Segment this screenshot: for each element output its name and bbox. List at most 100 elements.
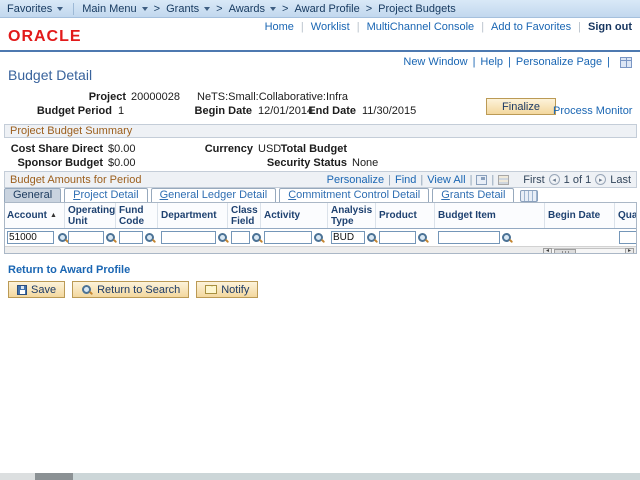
cost-share-direct-label: Cost Share Direct: [0, 143, 103, 155]
account-input[interactable]: [7, 231, 54, 244]
pager-last-label[interactable]: Last: [610, 174, 631, 186]
breadcrumb-item-project-budgets[interactable]: Project Budgets: [378, 3, 456, 15]
sign-out-link[interactable]: Sign out: [588, 21, 632, 33]
download-icon[interactable]: [498, 175, 509, 185]
class-field-lookup-icon[interactable]: [251, 232, 263, 244]
home-link[interactable]: Home: [265, 21, 294, 33]
analysis-type-input[interactable]: [331, 231, 365, 244]
personalize-link[interactable]: Personalize: [327, 174, 384, 186]
tab-general-ledger-detail[interactable]: General Ledger Detail: [151, 188, 277, 202]
main-menu[interactable]: Main Menu: [82, 3, 147, 15]
grants-label: Grants: [166, 3, 199, 15]
activity-lookup-icon[interactable]: [313, 232, 325, 244]
operating-unit-lookup-icon[interactable]: [105, 232, 117, 244]
award-profile-label: Award Profile: [294, 3, 359, 15]
add-to-favorites-link[interactable]: Add to Favorites: [491, 21, 571, 33]
favorites-menu[interactable]: Favorites: [7, 3, 63, 15]
tab-grants-detail[interactable]: Grants Detail: [432, 188, 514, 202]
budget-period-value: 1: [118, 105, 124, 117]
return-to-search-button[interactable]: Return to Search: [72, 281, 189, 298]
column-header-begin-date[interactable]: Begin Date: [546, 203, 615, 228]
column-header-account[interactable]: Account▲: [5, 203, 65, 228]
main-menu-label: Main Menu: [82, 3, 136, 15]
awards-label: Awards: [229, 3, 265, 15]
column-header-budget-item[interactable]: Budget Item: [436, 203, 545, 228]
view-all-link[interactable]: View All: [427, 174, 465, 186]
worklist-link[interactable]: Worklist: [311, 21, 350, 33]
column-header-operating-unit[interactable]: Operating Unit: [66, 203, 116, 228]
activity-input[interactable]: [264, 231, 312, 244]
personalize-page-link[interactable]: Personalize Page: [516, 56, 602, 68]
tab-project-detail[interactable]: Project Detail: [64, 188, 147, 202]
grid-controls: Personalize | Find | View All | | First …: [327, 174, 631, 186]
fund-code-lookup-icon[interactable]: [144, 232, 156, 244]
column-header-fund-code[interactable]: Fund Code: [117, 203, 158, 228]
tab-general[interactable]: General: [4, 188, 61, 202]
window-bottom-scrollbar[interactable]: [0, 473, 640, 480]
link-separator: |: [607, 56, 610, 68]
new-window-link[interactable]: New Window: [403, 56, 467, 68]
product-lookup-icon[interactable]: [417, 232, 429, 244]
department-lookup-icon[interactable]: [217, 232, 229, 244]
dropdown-caret-icon: [142, 7, 148, 11]
analysis-type-lookup-icon[interactable]: [366, 232, 378, 244]
pager-count: 1 of 1: [564, 174, 592, 186]
scrollbar-thumb[interactable]: [35, 473, 73, 480]
pager-previous-icon[interactable]: ◂: [549, 174, 560, 185]
breadcrumb-item-award-profile[interactable]: Award Profile: [294, 3, 359, 15]
scrollbar-track[interactable]: [552, 248, 625, 254]
save-button[interactable]: Save: [8, 281, 65, 298]
pager-next-icon[interactable]: ▸: [595, 174, 606, 185]
cost-share-direct-value: $0.00: [108, 143, 136, 155]
link-separator: |: [301, 21, 304, 33]
app-header: ORACLE Home | Worklist | MultiChannel Co…: [0, 19, 640, 50]
breadcrumb-item-grants[interactable]: Grants: [166, 3, 210, 15]
link-separator: |: [508, 56, 511, 68]
popout-grid-icon[interactable]: [476, 175, 487, 185]
find-link[interactable]: Find: [395, 174, 416, 186]
scroll-right-icon[interactable]: ▸: [625, 248, 634, 254]
project-budgets-label: Project Budgets: [378, 3, 456, 15]
operating-unit-input[interactable]: [68, 231, 104, 244]
tab-commitment-control-detail[interactable]: Commitment Control Detail: [279, 188, 429, 202]
breadcrumb-item-awards[interactable]: Awards: [229, 3, 276, 15]
horizontal-scrollbar[interactable]: ◂ ▸: [543, 248, 634, 254]
column-header-activity[interactable]: Activity: [262, 203, 328, 228]
column-header-analysis-type[interactable]: Analysis Type: [329, 203, 376, 228]
project-label: Project: [0, 91, 126, 103]
pager-first-label[interactable]: First: [523, 174, 544, 186]
process-monitor-link[interactable]: Process Monitor: [553, 105, 632, 117]
scroll-left-icon[interactable]: ◂: [543, 248, 552, 254]
fund-code-input[interactable]: [119, 231, 143, 244]
grid-title: Budget Amounts for Period: [10, 174, 141, 186]
column-header-class-field[interactable]: Class Field: [229, 203, 261, 228]
save-icon: [17, 285, 27, 295]
total-budget-label: Total Budget: [230, 143, 347, 155]
security-status-label: Security Status: [230, 157, 347, 169]
breadcrumb-separator: >: [216, 3, 222, 15]
budget-detail-screen: Favorites Main Menu > Grants > Awards > …: [0, 0, 640, 480]
budget-item-input[interactable]: [438, 231, 500, 244]
budget-amounts-header: Budget Amounts for Period Personalize | …: [4, 171, 637, 188]
scrollbar-thumb[interactable]: [554, 249, 576, 254]
page-layout-icon[interactable]: [620, 57, 632, 68]
column-header-department[interactable]: Department: [159, 203, 228, 228]
sponsor-budget-label: Sponsor Budget: [0, 157, 103, 169]
quantity-input[interactable]: [619, 231, 637, 244]
link-separator: |: [491, 174, 494, 186]
finalize-button[interactable]: Finalize: [486, 98, 556, 115]
help-link[interactable]: Help: [480, 56, 503, 68]
show-all-columns-icon[interactable]: [520, 190, 538, 202]
budget-period-label: Budget Period: [0, 105, 112, 117]
product-input[interactable]: [379, 231, 416, 244]
end-date-label: End Date: [290, 105, 356, 117]
department-input[interactable]: [161, 231, 216, 244]
column-header-product[interactable]: Product: [377, 203, 435, 228]
budget-item-lookup-icon[interactable]: [501, 232, 513, 244]
notify-button[interactable]: Notify: [196, 281, 258, 298]
grid-tabs: General Project Detail General Ledger De…: [4, 188, 538, 202]
class-field-input[interactable]: [231, 231, 250, 244]
column-header-quantity[interactable]: Quantity: [616, 203, 637, 228]
return-to-award-profile-link[interactable]: Return to Award Profile: [8, 264, 130, 276]
multichannel-console-link[interactable]: MultiChannel Console: [367, 21, 475, 33]
